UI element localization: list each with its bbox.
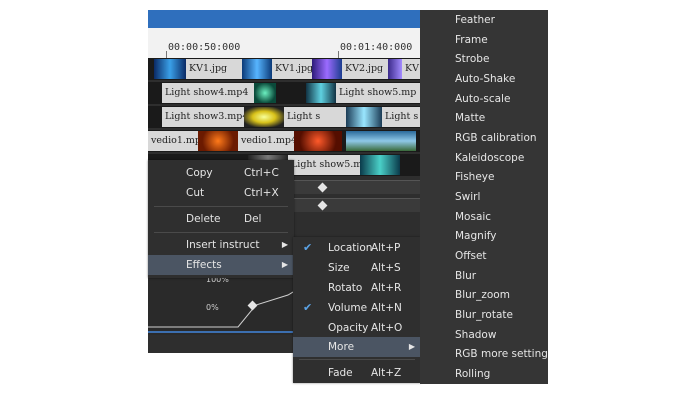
clip-thumbnail[interactable] [294, 131, 342, 151]
menu-item-label: Rotato [328, 282, 363, 294]
menu-item-label: More [328, 341, 355, 353]
effect-item-blur-zoom[interactable]: Blur_zoom [455, 289, 510, 301]
keyframe-marker[interactable] [317, 182, 328, 193]
track-4: vedio1.mp4 vedio1.mp4 [148, 130, 420, 152]
effect-item-swirl[interactable]: Swirl [455, 191, 480, 203]
effect-item-auto-scale[interactable]: Auto-scale [455, 93, 510, 105]
clip-thumbnail[interactable] [254, 83, 276, 103]
check-icon: ✔ [303, 301, 313, 314]
clip-thumbnail[interactable] [242, 59, 272, 79]
clip-thumbnail[interactable] [198, 131, 238, 151]
menu-item-insert-instruct[interactable]: Insert instruct ▶ [148, 235, 294, 255]
clip-thumbnail[interactable] [346, 131, 416, 151]
effect-item-shadow[interactable]: Shadow [455, 329, 496, 341]
effect-item-matte[interactable]: Matte [455, 112, 485, 124]
effect-item-blur[interactable]: Blur [455, 270, 476, 282]
menu-item-label: Opacity [328, 322, 369, 334]
chevron-right-icon: ▶ [281, 240, 288, 249]
menu-item-effects[interactable]: Effects ▶ [148, 255, 294, 275]
menu-item-label: Effects [186, 259, 222, 271]
menu-item-shortcut: Alt+P [371, 242, 401, 254]
menu-item-copy[interactable]: Copy Ctrl+C [148, 163, 294, 183]
clip-label[interactable]: Light show4.mp4 [162, 83, 254, 103]
menu-item-label: Location [328, 242, 373, 254]
title-bar [148, 10, 420, 28]
menu-item-more[interactable]: More ▶ [293, 337, 421, 357]
effect-item-feather[interactable]: Feather [455, 14, 495, 26]
menu-item-fade[interactable]: Fade Alt+Z [293, 363, 421, 383]
menu-item-shortcut: Ctrl+X [244, 187, 279, 199]
clip-label[interactable]: Light show3.mp4 [162, 107, 244, 127]
clip-label[interactable]: Light s [284, 107, 346, 127]
track-2: Light show4.mp4 Light show5.mp [148, 82, 420, 104]
more-effects-menu: Feather Frame Strobe Auto-Shake Auto-sca… [420, 10, 548, 384]
menu-item-location[interactable]: ✔ Location Alt+P [293, 238, 421, 258]
context-menu: Copy Ctrl+C Cut Ctrl+X Delete Del Insert… [148, 160, 294, 278]
menu-item-shortcut: Alt+R [371, 282, 402, 294]
menu-item-shortcut: Alt+N [371, 302, 402, 314]
clip-label[interactable]: KV [402, 59, 420, 79]
app-window: 00:00:50:000 00:01:40:000 KV1.jpg KV1.jp… [0, 0, 696, 401]
chevron-right-icon: ▶ [408, 342, 415, 351]
menu-separator [154, 232, 288, 233]
clip-label[interactable]: KV1.jpg [272, 59, 312, 79]
menu-item-label: Size [328, 262, 350, 274]
clip-label[interactable]: Light show5.mp4 [288, 155, 360, 175]
effect-item-fisheye[interactable]: Fisheye [455, 171, 494, 183]
clip-label[interactable]: vedio1.mp4 [238, 131, 294, 151]
menu-item-label: Copy [186, 167, 213, 179]
clip-thumbnail[interactable] [306, 83, 336, 103]
menu-item-label: Insert instruct [186, 239, 260, 251]
menu-item-label: Fade [328, 367, 353, 379]
menu-separator [299, 359, 415, 360]
effect-item-mosaic[interactable]: Mosaic [455, 211, 491, 223]
menu-item-shortcut: Alt+S [371, 262, 401, 274]
keyframe-marker[interactable] [317, 200, 328, 211]
effect-item-offset[interactable]: Offset [455, 250, 487, 262]
effect-item-auto-shake[interactable]: Auto-Shake [455, 73, 515, 85]
effect-item-rolling[interactable]: Rolling [455, 368, 490, 380]
chevron-right-icon: ▶ [281, 260, 288, 269]
clip-label[interactable]: KV2.jpg [342, 59, 388, 79]
clip-thumbnail[interactable] [388, 59, 402, 79]
effect-item-strobe[interactable]: Strobe [455, 53, 489, 65]
track-3: Light show3.mp4 Light s Light s [148, 106, 420, 128]
clip-label[interactable]: Light s [382, 107, 420, 127]
menu-item-shortcut: Del [244, 213, 262, 225]
clip-thumbnail[interactable] [312, 59, 342, 79]
menu-item-shortcut: Alt+Z [371, 367, 402, 379]
menu-item-opacity[interactable]: Opacity Alt+O [293, 318, 421, 338]
ruler-timecode-1: 00:00:50:000 [168, 42, 241, 53]
menu-item-label: Cut [186, 187, 205, 199]
menu-item-cut[interactable]: Cut Ctrl+X [148, 183, 294, 203]
track-1: KV1.jpg KV1.jpg KV2.jpg KV [148, 58, 420, 80]
ruler-timecode-2: 00:01:40:000 [340, 42, 413, 53]
effect-item-blur-rotate[interactable]: Blur_rotate [455, 309, 513, 321]
effect-item-rgb-more-setting[interactable]: RGB more setting [455, 348, 548, 360]
menu-item-shortcut: Alt+O [371, 322, 403, 334]
clip-thumbnail[interactable] [346, 107, 382, 127]
effect-item-magnify[interactable]: Magnify [455, 230, 496, 242]
clip-thumbnail[interactable] [360, 155, 400, 175]
effect-item-rgb-calibration[interactable]: RGB calibration [455, 132, 537, 144]
menu-item-shortcut: Ctrl+C [244, 167, 279, 179]
effects-submenu: ✔ Location Alt+P Size Alt+S Rotato Alt+R… [293, 237, 421, 383]
menu-item-label: Volume [328, 302, 368, 314]
menu-item-label: Delete [186, 213, 221, 225]
effect-item-kaleidoscope[interactable]: Kaleidoscope [455, 152, 524, 164]
effect-item-frame[interactable]: Frame [455, 34, 488, 46]
clip-label[interactable]: Light show5.mp [336, 83, 420, 103]
menu-separator [154, 206, 288, 207]
menu-item-size[interactable]: Size Alt+S [293, 258, 421, 278]
clip-thumbnail[interactable] [154, 59, 186, 79]
menu-item-rotato[interactable]: Rotato Alt+R [293, 278, 421, 298]
menu-item-delete[interactable]: Delete Del [148, 209, 294, 229]
clip-label[interactable]: vedio1.mp4 [148, 131, 198, 151]
clip-thumbnail[interactable] [244, 107, 284, 127]
clip-label[interactable]: KV1.jpg [186, 59, 242, 79]
menu-item-volume[interactable]: ✔ Volume Alt+N [293, 298, 421, 318]
check-icon: ✔ [303, 241, 313, 254]
